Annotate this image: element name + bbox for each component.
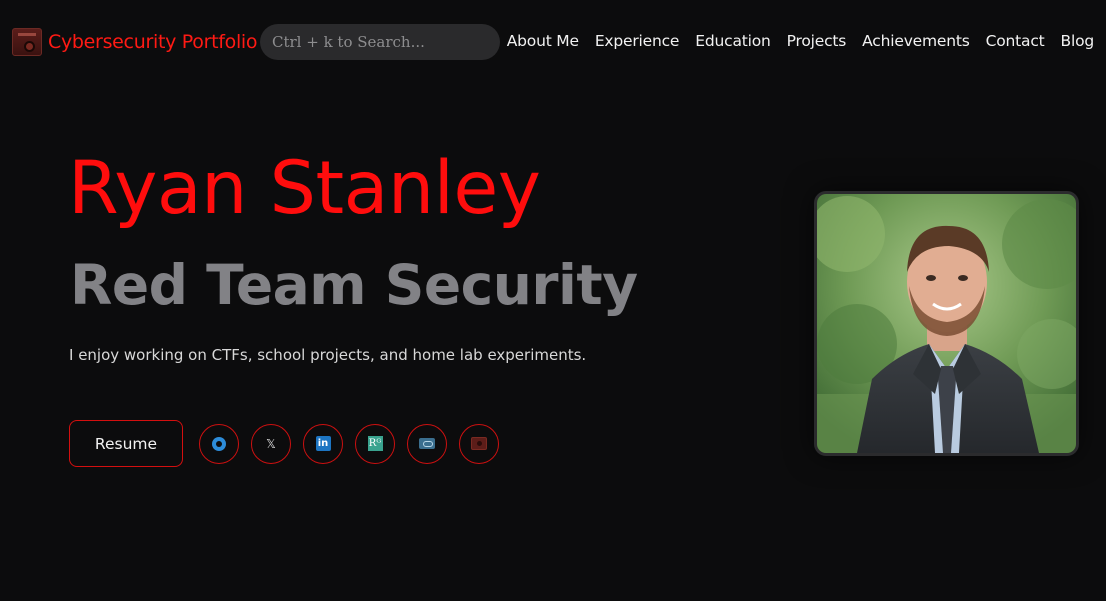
x-icon: 𝕏 <box>266 436 276 451</box>
hero-description: I enjoy working on CTFs, school projects… <box>69 346 587 364</box>
linkedin-icon: in <box>315 436 331 451</box>
hero-actions: Resume 𝕏 in Rᴳ <box>69 420 499 467</box>
brand-link[interactable]: Cybersecurity Portfolio <box>12 27 258 57</box>
portfolio-icon <box>471 437 487 450</box>
portfolio-page: Cybersecurity Portfolio About Me Experie… <box>0 0 1106 601</box>
brand-logo-icon <box>12 28 42 56</box>
hero-title: Red Team Security <box>70 253 638 317</box>
social-links: 𝕏 in Rᴳ <box>199 423 499 464</box>
social-link-game-portal[interactable] <box>407 423 447 464</box>
brand-title: Cybersecurity Portfolio <box>48 31 258 53</box>
resume-button[interactable]: Resume <box>69 420 183 467</box>
profile-photo <box>814 191 1079 456</box>
nav-link-contact[interactable]: Contact <box>986 32 1045 50</box>
nav-link-achievements[interactable]: Achievements <box>862 32 970 50</box>
nav-link-projects[interactable]: Projects <box>787 32 847 50</box>
nav-link-blog[interactable]: Blog <box>1061 32 1095 50</box>
game-portal-icon <box>419 438 435 449</box>
social-link-github[interactable] <box>199 423 239 464</box>
github-icon <box>212 436 226 451</box>
social-link-portfolio[interactable] <box>459 423 499 464</box>
social-link-linkedin[interactable]: in <box>303 423 343 464</box>
search-input[interactable] <box>260 24 500 60</box>
nav-link-about-me[interactable]: About Me <box>507 32 579 50</box>
social-link-researchgate[interactable]: Rᴳ <box>355 423 395 464</box>
nav-link-experience[interactable]: Experience <box>595 32 680 50</box>
social-link-x[interactable]: 𝕏 <box>251 423 291 464</box>
nav-links: About Me Experience Education Projects A… <box>507 32 1094 50</box>
hero-name: Ryan Stanley <box>68 146 541 231</box>
researchgate-icon: Rᴳ <box>367 436 383 451</box>
nav-link-education[interactable]: Education <box>695 32 771 50</box>
navbar: Cybersecurity Portfolio About Me Experie… <box>0 0 1106 86</box>
